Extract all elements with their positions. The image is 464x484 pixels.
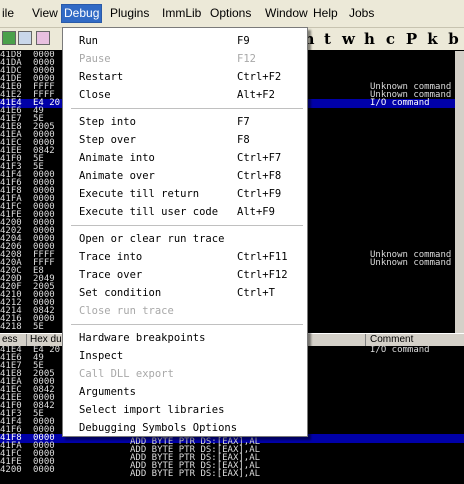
menu-item-label: Set condition [79,287,162,299]
menu-view[interactable]: View [30,5,60,22]
menu-item-shortcut: Ctrl+F2 [237,71,282,83]
toolbar-letter-w[interactable]: w [338,30,359,48]
menu-item-inspect[interactable]: Inspect [63,347,307,365]
menu-item-label: Trace into [79,251,143,263]
menu-jobs[interactable]: Jobs [347,5,376,22]
hex-cell: 0000 [33,465,55,475]
menu-separator [71,225,303,226]
menu-item-label: Run [79,35,98,47]
menu-bar: ile View Debug Plugins ImmLib Options Window He… [0,0,464,28]
menu-item-shortcut: Ctrl+F8 [237,170,282,182]
menu-item-shortcut: F8 [237,134,250,146]
menu-item-label: Close run trace [79,305,174,317]
address-cell: 4218 [0,322,22,332]
menu-item-run[interactable]: Run F9 [63,32,307,50]
menu-item-label: Open or clear run trace [79,233,225,245]
menu-item-shortcut: Ctrl+F7 [237,152,282,164]
vertical-scrollbar[interactable] [455,51,464,333]
menu-item-trace-into[interactable]: Trace into Ctrl+F11 [63,248,307,266]
menu-item-label: Trace over [79,269,143,281]
menu-item-trace-over[interactable]: Trace over Ctrl+F12 [63,266,307,284]
menu-item-label: Debugging Symbols Options [79,422,238,434]
menu-item-shortcut: Ctrl+F9 [237,188,282,200]
menu-item-open-or-clear-run-trace[interactable]: Open or clear run trace [63,230,307,248]
menu-item-step-into[interactable]: Step into F7 [63,113,307,131]
menu-window[interactable]: Window [263,5,310,22]
menu-item-label: Select import libraries [79,404,225,416]
menu-item-label: Step over [79,134,136,146]
menu-item-shortcut: F9 [237,35,250,47]
menu-help[interactable]: Help [311,5,340,22]
menu-item-label: Call DLL export [79,368,174,380]
menu-item-animate-into[interactable]: Animate into Ctrl+F7 [63,149,307,167]
menu-item-close-run-trace: Close run trace [63,302,307,320]
menu-item-restart[interactable]: Restart Ctrl+F2 [63,68,307,86]
menu-item-label: Pause [79,53,111,65]
menu-ile[interactable]: ile [0,5,16,22]
menu-item-label: Inspect [79,350,124,362]
menu-item-shortcut: Ctrl+F12 [237,269,288,281]
menu-item-animate-over[interactable]: Animate over Ctrl+F8 [63,167,307,185]
menu-item-pause: Pause F12 [63,50,307,68]
debug-menu-dropdown: Run F9 Pause F12 Restart Ctrl+F2 Close Alt+F2 St… [62,27,308,437]
menu-item-label: Step into [79,116,136,128]
toolbar-letter-k[interactable]: k [422,30,443,48]
toolbar-letter-c[interactable]: c [380,30,401,48]
menu-item-close[interactable]: Close Alt+F2 [63,86,307,104]
toolbar-letter-h[interactable]: h [359,30,380,48]
menu-item-execute-till-user-code[interactable]: Execute till user code Alt+F9 [63,203,307,221]
menu-separator [71,108,303,109]
menu-item-label: Restart [79,71,124,83]
toolbar-letter-t[interactable]: t [317,30,338,48]
menu-options[interactable]: Options [208,5,253,22]
menu-item-step-over[interactable]: Step over F8 [63,131,307,149]
comment-column-header: Comment [370,334,414,345]
disasm-line: ADD BYTE PTR DS:[EAX],AL [130,469,261,479]
menu-immlib[interactable]: ImmLib [160,5,203,22]
menu-item-shortcut: Alt+F9 [237,206,275,218]
menu-item-shortcut: F12 [237,53,256,65]
menu-item-debugging-symbols-options[interactable]: Debugging Symbols Options [63,419,307,437]
toolbar-letter-P[interactable]: P [401,30,422,48]
menu-item-label: Hardware breakpoints [79,332,206,344]
menu-item-label: Arguments [79,386,136,398]
menu-item-select-import-libraries[interactable]: Select import libraries [63,401,307,419]
menu-item-shortcut: Ctrl+T [237,287,275,299]
menu-item-shortcut: F7 [237,116,250,128]
address-column-header: ess [2,334,18,345]
menu-debug[interactable]: Debug [60,4,103,23]
hex-cell: 5E [33,322,44,332]
menu-item-label: Animate over [79,170,155,182]
menu-item-hardware-breakpoints[interactable]: Hardware breakpoints [63,329,307,347]
menu-item-label: Execute till user code [79,206,219,218]
menu-item-label: Execute till return [79,188,200,200]
menu-item-call-dll-export: Call DLL export [63,365,307,383]
list-icon[interactable] [18,31,32,45]
menu-item-label: Close [79,89,111,101]
menu-plugins[interactable]: Plugins [108,5,151,22]
menu-item-set-condition[interactable]: Set condition Ctrl+T [63,284,307,302]
menu-item-shortcut: Alt+F2 [237,89,275,101]
menu-item-shortcut: Ctrl+F11 [237,251,288,263]
toolbar-letter-b[interactable]: b [443,30,464,48]
address-cell: 4200 [0,465,22,475]
toolbar-letter-buttons: mtwhcPkb [296,30,464,50]
menu-item-execute-till-return[interactable]: Execute till return Ctrl+F9 [63,185,307,203]
hex-column-header: Hex du [30,334,62,345]
menu-separator [71,324,303,325]
grid-icon[interactable] [36,31,50,45]
run-icon[interactable] [2,31,16,45]
menu-item-label: Animate into [79,152,155,164]
menu-item-arguments[interactable]: Arguments [63,383,307,401]
